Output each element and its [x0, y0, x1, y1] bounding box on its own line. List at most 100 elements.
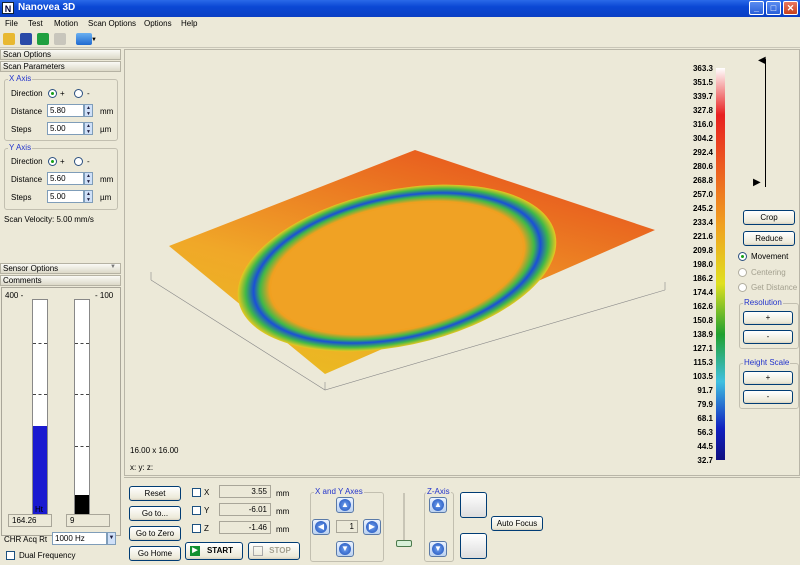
scale-tick-label: 91.7	[697, 386, 713, 395]
menu-bar: File Test Motion Scan Options Options He…	[0, 17, 800, 31]
play-icon[interactable]	[37, 33, 49, 45]
y-steps-unit: µm	[100, 193, 112, 202]
z-axis-label: Z-Axis	[426, 487, 451, 496]
z-down-button[interactable]: ▼	[429, 541, 447, 557]
scale-tick-label: 233.4	[692, 218, 713, 227]
y-direction-plus-radio[interactable]	[48, 157, 57, 166]
stop-icon[interactable]	[54, 33, 66, 45]
open-folder-icon[interactable]	[3, 33, 15, 45]
menu-file[interactable]: File	[5, 19, 18, 28]
y-steps-spinner[interactable]: ▲ ▼	[84, 190, 93, 203]
view-area: 16.00 x 16.00 x: y: z: 363.3 351.5 339.7 32…	[124, 49, 800, 476]
scale-tick-label: 363.3	[692, 64, 713, 73]
menu-test[interactable]: Test	[28, 19, 43, 28]
x-position: 3.55	[219, 485, 271, 498]
x-right-button[interactable]: ▶	[363, 519, 381, 535]
y-direction-minus-radio[interactable]	[74, 157, 83, 166]
menu-help[interactable]: Help	[181, 19, 197, 28]
x-minus-label: -	[87, 89, 90, 98]
save-icon[interactable]	[20, 33, 32, 45]
crop-button[interactable]: Crop	[743, 210, 795, 225]
range-max-handle[interactable]: ◀	[758, 55, 766, 66]
scale-tick-label: 209.8	[692, 246, 713, 255]
x-steps-spinner[interactable]: ▲ ▼	[84, 122, 93, 135]
menu-options[interactable]: Options	[144, 19, 172, 28]
minimize-button[interactable]: _	[749, 1, 764, 15]
menu-motion[interactable]: Motion	[54, 19, 78, 28]
color-scale-bar	[716, 68, 725, 460]
dropdown-arrow-icon[interactable]: ▼	[91, 37, 97, 43]
x-direction-minus-radio[interactable]	[74, 89, 83, 98]
y-up-button[interactable]: ▲	[336, 497, 354, 513]
x-steps-input[interactable]: 5.00	[47, 122, 84, 135]
y-down-button[interactable]: ▼	[336, 541, 354, 557]
x-distance-spinner[interactable]: ▲ ▼	[84, 104, 93, 117]
reset-button[interactable]: Reset	[129, 486, 181, 501]
start-button[interactable]: ▶ START	[185, 542, 243, 560]
left-panel: Scan Options Scan Parameters X Axis Dire…	[0, 49, 122, 565]
z-checkbox[interactable]	[192, 524, 201, 533]
int-label: Int	[76, 505, 85, 514]
start-label: START	[206, 546, 234, 555]
sensor-options-header[interactable]: Sensor Options	[0, 263, 121, 274]
scale-tick-label: 79.9	[697, 400, 713, 409]
goto-button[interactable]: Go to...	[129, 506, 181, 521]
y-distance-label: Distance	[11, 175, 43, 184]
joystick-icon[interactable]	[460, 492, 487, 518]
scale-tick-label: 327.8	[692, 106, 713, 115]
scan-options-header[interactable]: Scan Options	[0, 49, 121, 60]
scale-tick-label: 150.8	[692, 316, 713, 325]
stop-button[interactable]: STOP	[248, 542, 300, 560]
step-size-value[interactable]: 1	[336, 520, 358, 533]
resolution-plus-button[interactable]: +	[743, 311, 793, 325]
scan-parameters-header[interactable]: Scan Parameters	[0, 61, 121, 72]
surface-3d-view[interactable]	[125, 50, 685, 450]
range-slider-track	[765, 59, 766, 187]
x-checkbox[interactable]	[192, 488, 201, 497]
y-distance-spinner[interactable]: ▲ ▼	[84, 172, 93, 185]
sensor-options-chevron-icon[interactable]: ▼	[110, 264, 116, 270]
x-plus-label: +	[60, 89, 65, 98]
scale-tick-label: 44.5	[697, 442, 713, 451]
go-home-button[interactable]: Go Home	[129, 546, 181, 561]
chr-acq-dropdown-icon[interactable]: ▼	[107, 532, 116, 545]
height-scale-label: Height Scale	[743, 358, 791, 367]
display-icon[interactable]	[76, 33, 92, 45]
x-direction-plus-radio[interactable]	[48, 89, 57, 98]
chr-acq-select[interactable]: 1000 Hz	[52, 532, 107, 545]
range-min-handle[interactable]: ▶	[753, 177, 761, 188]
comments-header[interactable]: Comments	[0, 275, 121, 286]
y-checkbox[interactable]	[192, 506, 201, 515]
ht-max-label: 400 -	[5, 291, 24, 300]
scan-velocity: Scan Velocity: 5.00 mm/s	[4, 215, 94, 224]
centering-radio[interactable]	[738, 268, 747, 277]
y-distance-input[interactable]: 5.60	[47, 172, 84, 185]
height-scale-minus-button[interactable]: -	[743, 390, 793, 404]
stage-icon[interactable]	[460, 533, 487, 559]
auto-focus-button[interactable]: Auto Focus	[491, 516, 543, 531]
get-distance-label: Get Distance	[751, 283, 798, 292]
gauge-panel	[1, 287, 121, 536]
scale-tick-label: 351.5	[692, 78, 713, 87]
dual-frequency-checkbox[interactable]	[6, 551, 15, 560]
close-button[interactable]: ✕	[783, 1, 798, 15]
maximize-button[interactable]: □	[766, 1, 781, 15]
movement-radio[interactable]	[738, 252, 747, 261]
resolution-minus-button[interactable]: -	[743, 330, 793, 344]
goto-zero-button[interactable]: Go to Zero	[129, 526, 181, 541]
reduce-button[interactable]: Reduce	[743, 231, 795, 246]
x-steps-label: Steps	[11, 125, 32, 134]
x-left-button[interactable]: ◀	[312, 519, 330, 535]
height-scale-plus-button[interactable]: +	[743, 371, 793, 385]
get-distance-radio[interactable]	[738, 283, 747, 292]
menu-scan-options[interactable]: Scan Options	[88, 19, 136, 28]
ht-gauge	[32, 299, 48, 515]
scale-tick-label: 280.6	[692, 162, 713, 171]
y-axis-label: Y Axis	[8, 143, 33, 152]
z-up-button[interactable]: ▲	[429, 497, 447, 513]
y-steps-input[interactable]: 5.00	[47, 190, 84, 203]
x-distance-input[interactable]: 5.80	[47, 104, 84, 117]
scale-tick-label: 245.2	[692, 204, 713, 213]
centering-label: Centering	[751, 268, 786, 277]
z-speed-slider-handle[interactable]	[396, 540, 412, 547]
